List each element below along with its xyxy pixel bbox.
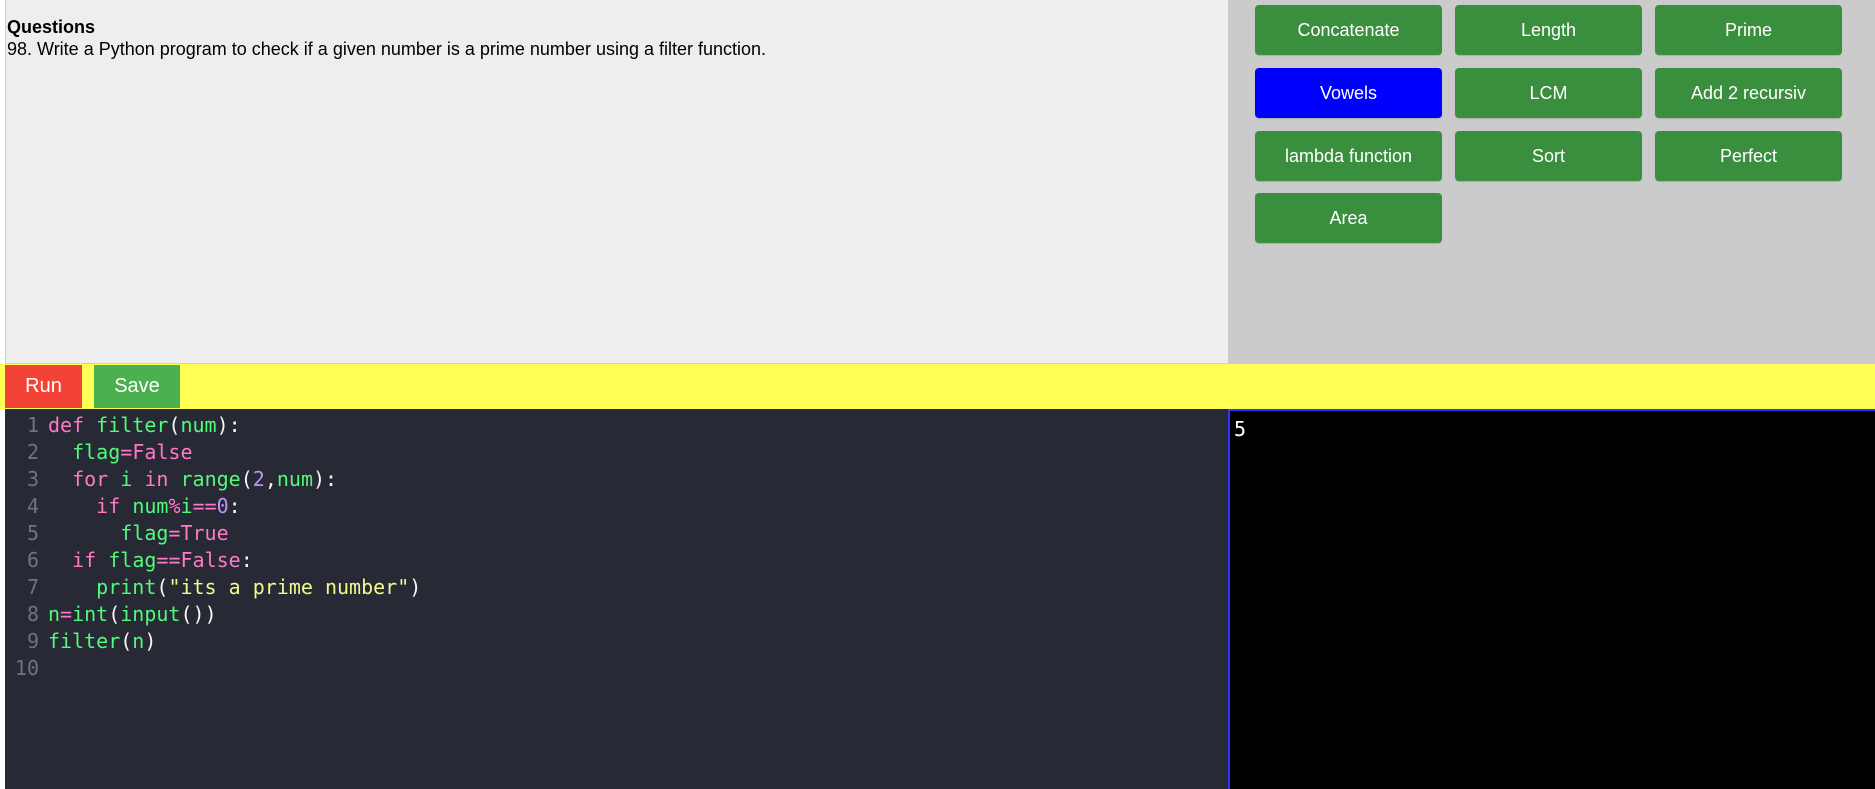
line-number: 4 bbox=[26, 494, 39, 518]
line-number: 1 bbox=[26, 413, 39, 437]
code-line[interactable]: 10 bbox=[5, 655, 48, 682]
code-line[interactable]: 8 n=int(input()) bbox=[5, 601, 217, 628]
console-output: 5 bbox=[1234, 417, 1247, 441]
code-line[interactable]: 5 flag=True bbox=[5, 520, 229, 547]
code-text[interactable]: for i in range(2,num): bbox=[48, 467, 337, 491]
question-panel: Questions 98. Write a Python program to … bbox=[5, 0, 1228, 364]
code-editor[interactable]: 1 def filter(num): 2 flag=False 3 for i i… bbox=[5, 409, 1228, 789]
line-number: 5 bbox=[26, 521, 39, 545]
code-text[interactable]: if flag==False: bbox=[48, 548, 253, 572]
line-number: 10 bbox=[14, 656, 39, 680]
add-2-recursive-button[interactable]: Add 2 recursiv bbox=[1655, 68, 1842, 118]
code-text[interactable]: n=int(input()) bbox=[48, 602, 217, 626]
code-line[interactable]: 6 if flag==False: bbox=[5, 547, 253, 574]
prime-button[interactable]: Prime bbox=[1655, 5, 1842, 55]
sort-button[interactable]: Sort bbox=[1455, 131, 1642, 181]
code-line[interactable]: 1 def filter(num): bbox=[5, 412, 241, 439]
line-number: 6 bbox=[26, 548, 39, 572]
line-number: 3 bbox=[26, 467, 39, 491]
toolbar: Run Save bbox=[0, 364, 1875, 409]
area-button[interactable]: Area bbox=[1255, 193, 1442, 243]
line-number: 8 bbox=[26, 602, 39, 626]
code-line[interactable]: 9 filter(n) bbox=[5, 628, 156, 655]
length-button[interactable]: Length bbox=[1455, 5, 1642, 55]
question-heading: Questions bbox=[7, 17, 96, 37]
line-number: 9 bbox=[26, 629, 39, 653]
question-text: 98. Write a Python program to check if a… bbox=[7, 39, 767, 59]
line-number: 7 bbox=[26, 575, 39, 599]
concatenate-button[interactable]: Concatenate bbox=[1255, 5, 1442, 55]
code-text[interactable]: filter(n) bbox=[48, 629, 156, 653]
top-area: Questions 98. Write a Python program to … bbox=[0, 0, 1875, 364]
vowels-button[interactable]: Vowels bbox=[1255, 68, 1442, 118]
code-line[interactable]: 4 if num%i==0: bbox=[5, 493, 241, 520]
code-text[interactable]: flag=True bbox=[48, 521, 228, 545]
code-line[interactable]: 2 flag=False bbox=[5, 439, 193, 466]
perfect-button[interactable]: Perfect bbox=[1655, 131, 1842, 181]
code-line[interactable]: 3 for i in range(2,num): bbox=[5, 466, 337, 493]
lcm-button[interactable]: LCM bbox=[1455, 68, 1642, 118]
line-number: 2 bbox=[26, 440, 39, 464]
output-console[interactable]: 5 bbox=[1228, 409, 1875, 789]
code-text[interactable]: def filter(num): bbox=[48, 413, 241, 437]
save-button[interactable]: Save bbox=[94, 365, 180, 408]
run-button[interactable]: Run bbox=[5, 365, 82, 408]
code-text[interactable]: print("its a prime number") bbox=[48, 575, 421, 599]
code-text[interactable]: if num%i==0: bbox=[48, 494, 241, 518]
code-text[interactable]: flag=False bbox=[48, 440, 192, 464]
lambda-function-button[interactable]: lambda function bbox=[1255, 131, 1442, 181]
question-button-panel: Concatenate Length Prime Vowels LCM Add … bbox=[1228, 0, 1875, 364]
code-line[interactable]: 7 print("its a prime number") bbox=[5, 574, 421, 601]
